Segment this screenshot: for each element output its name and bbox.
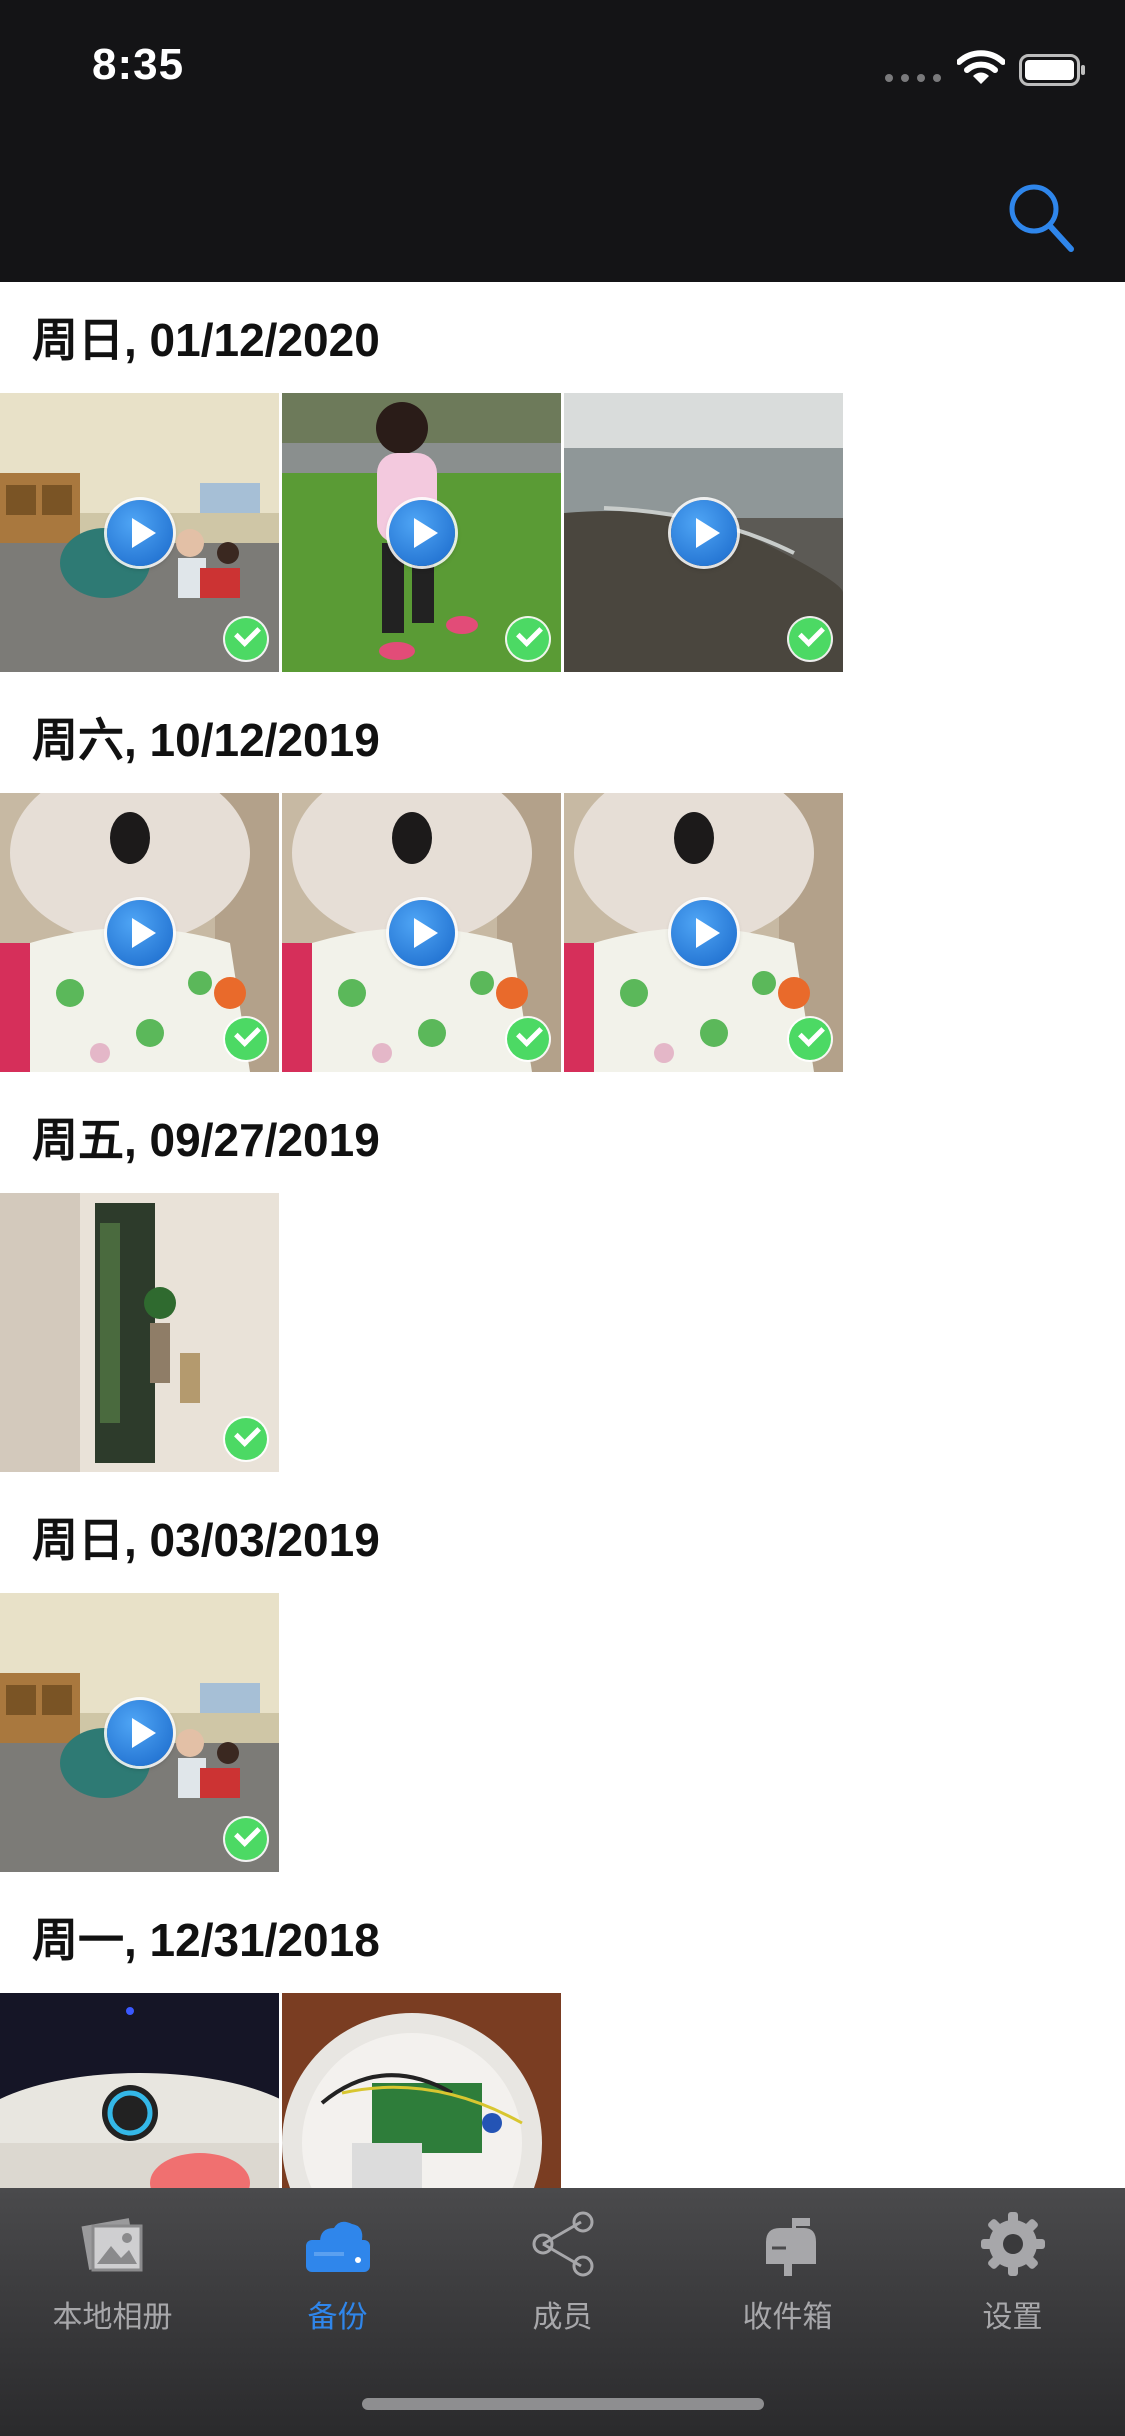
thumbnail-row	[0, 793, 1125, 1072]
cellular-signal-icon	[885, 74, 941, 82]
video-thumbnail[interactable]	[564, 393, 843, 672]
play-icon	[671, 500, 737, 566]
thumbnail-row	[0, 1993, 1125, 2188]
backed-up-check-icon	[225, 1818, 267, 1860]
play-icon	[107, 900, 173, 966]
top-bar: 8:35	[0, 0, 1125, 282]
thumbnail-row	[0, 1193, 1125, 1472]
tab-label: 备份	[307, 2301, 368, 2334]
backed-up-check-icon	[507, 618, 549, 660]
section-date: 周五, 09/27/2019	[32, 1114, 380, 1166]
tab-label: 本地相册	[52, 2301, 173, 2334]
photo-thumbnail[interactable]	[0, 1993, 279, 2188]
photos-icon	[81, 2218, 143, 2272]
cloud-drive-icon	[306, 2221, 370, 2272]
section-date: 周六, 10/12/2019	[32, 714, 380, 766]
wifi-icon	[957, 50, 1005, 84]
tab-backup[interactable]: 备份	[225, 2188, 450, 2348]
mailbox-icon	[766, 2218, 816, 2276]
date-section: 周六, 10/12/2019	[0, 682, 1125, 1082]
video-thumbnail[interactable]	[282, 793, 561, 1072]
section-date: 周日, 01/12/2020	[32, 314, 380, 366]
date-section: 周一, 12/31/2018	[0, 1882, 1125, 2188]
backed-up-check-icon	[789, 1018, 831, 1060]
date-section: 周日, 01/12/2020	[0, 282, 1125, 682]
play-icon	[107, 500, 173, 566]
backed-up-check-icon	[225, 1018, 267, 1060]
search-icon[interactable]	[1005, 180, 1075, 254]
share-icon	[532, 2211, 594, 2277]
backup-photo-list[interactable]: 周日, 01/12/2020 周六, 10/12/2019 周五, 09/27/…	[0, 282, 1125, 2188]
tab-label: 设置	[982, 2301, 1043, 2334]
backed-up-check-icon	[507, 1018, 549, 1060]
tab-label: 成员	[532, 2301, 593, 2334]
tab-inbox[interactable]: 收件箱	[675, 2188, 900, 2348]
battery-icon	[1019, 54, 1085, 86]
section-date: 周日, 03/03/2019	[32, 1514, 380, 1566]
tab-settings[interactable]: 设置	[900, 2188, 1125, 2348]
play-icon	[389, 500, 455, 566]
section-date: 周一, 12/31/2018	[32, 1914, 380, 1966]
backed-up-check-icon	[225, 1418, 267, 1460]
video-thumbnail[interactable]	[0, 393, 279, 672]
tab-members[interactable]: 成员	[450, 2188, 675, 2348]
tab-local-album[interactable]: 本地相册	[0, 2188, 225, 2348]
video-thumbnail[interactable]	[0, 1593, 279, 1872]
play-icon	[671, 900, 737, 966]
photo-thumbnail[interactable]	[0, 1193, 279, 1472]
thumbnail-row	[0, 1593, 1125, 1872]
video-thumbnail[interactable]	[564, 793, 843, 1072]
video-thumbnail[interactable]	[0, 793, 279, 1072]
tab-label: 收件箱	[742, 2301, 833, 2334]
play-icon	[389, 900, 455, 966]
backed-up-check-icon	[225, 618, 267, 660]
home-indicator[interactable]	[362, 2398, 764, 2410]
date-section: 周日, 03/03/2019	[0, 1482, 1125, 1882]
play-icon	[107, 1700, 173, 1766]
thumbnail-row	[0, 393, 1125, 672]
photo-thumbnail[interactable]	[282, 1993, 561, 2188]
video-thumbnail[interactable]	[282, 393, 561, 672]
gear-icon	[981, 2212, 1045, 2276]
status-time: 8:35	[92, 40, 185, 89]
date-section: 周五, 09/27/2019	[0, 1082, 1125, 1482]
backed-up-check-icon	[789, 618, 831, 660]
